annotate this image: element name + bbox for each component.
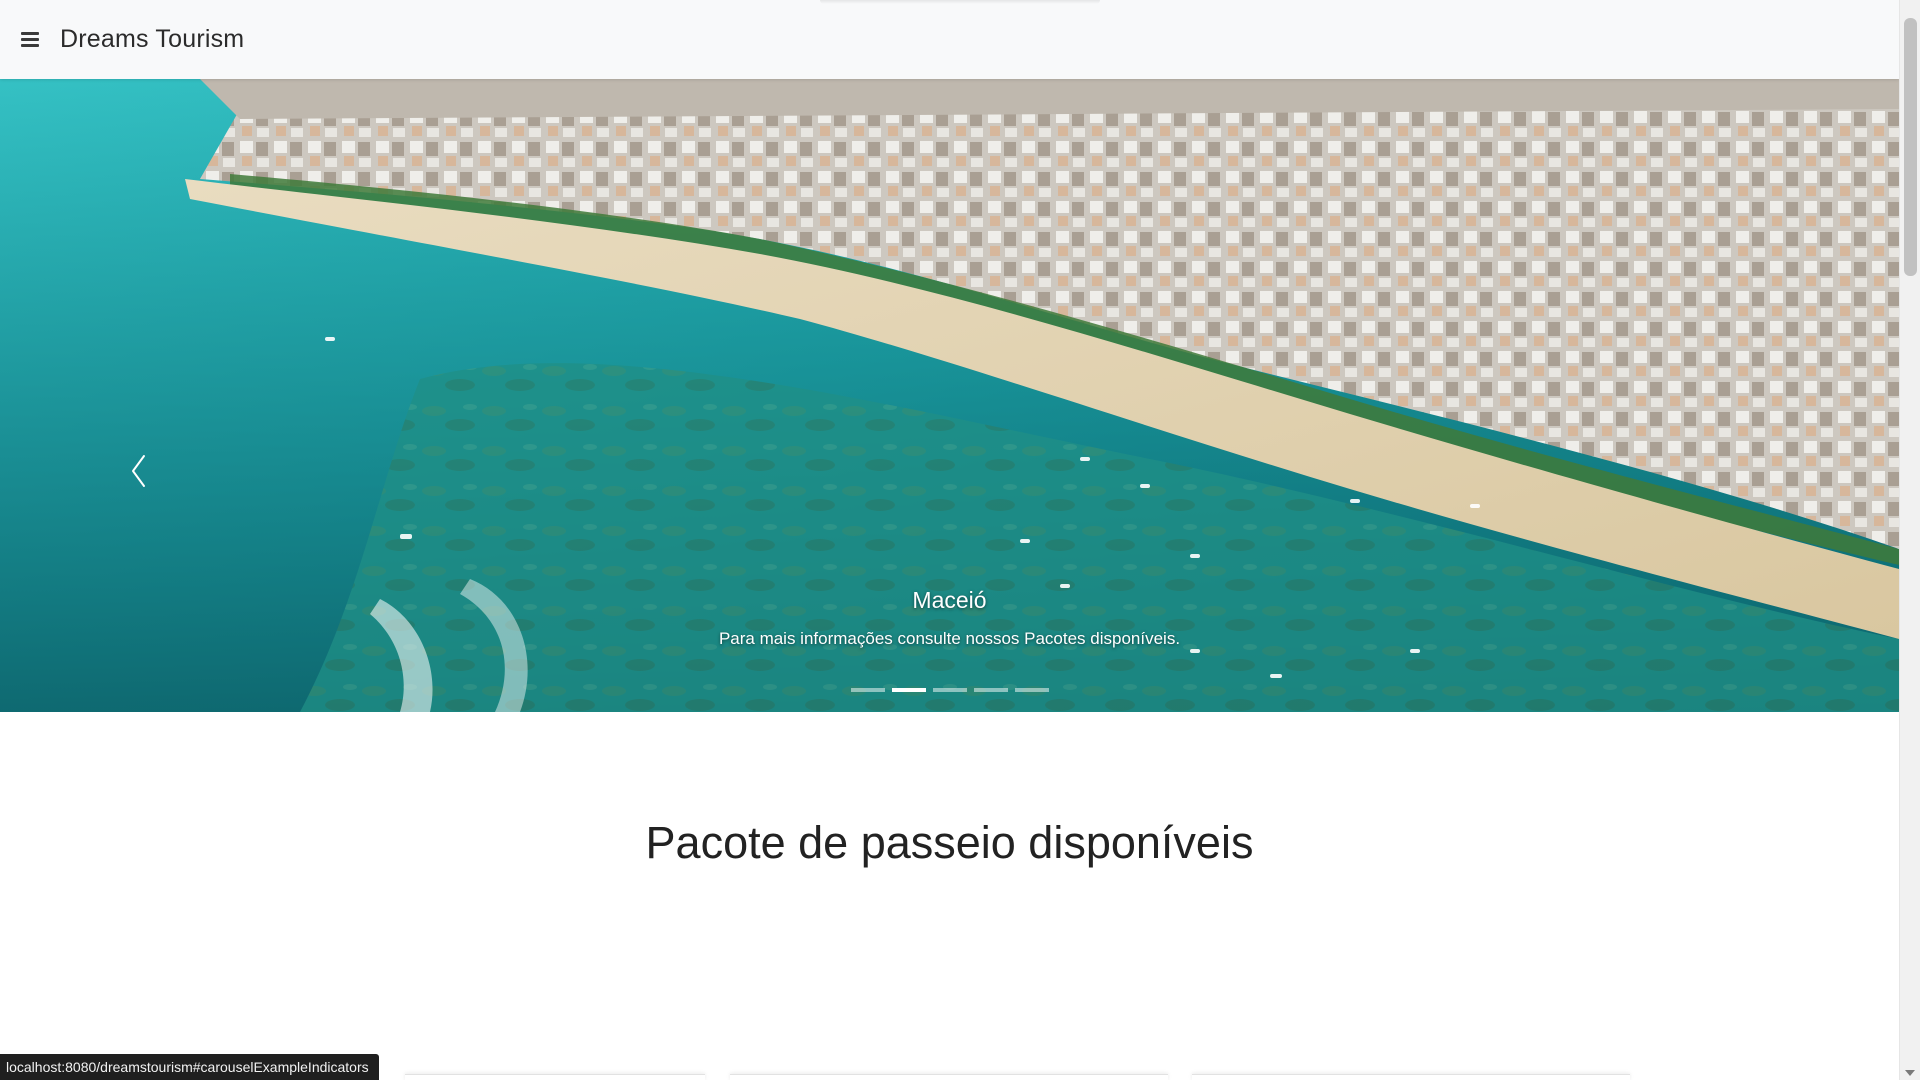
status-bar-url: localhost:8080/dreamstourism#carouselExa… bbox=[0, 1054, 379, 1080]
carousel-indicators bbox=[0, 688, 1899, 692]
scrollbar-thumb[interactable] bbox=[1904, 18, 1917, 276]
package-card[interactable] bbox=[405, 1074, 705, 1080]
carousel-indicator[interactable] bbox=[1014, 688, 1049, 692]
hamburger-menu-icon[interactable] bbox=[18, 28, 44, 50]
carousel-indicator[interactable] bbox=[850, 688, 885, 692]
carousel-caption: Maceió Para mais informações consulte no… bbox=[0, 584, 1899, 652]
hero-carousel: Maceió Para mais informações consulte no… bbox=[0, 79, 1899, 712]
package-card[interactable] bbox=[730, 1074, 1168, 1080]
carousel-caption-text: Para mais informações consulte nossos Pa… bbox=[718, 629, 1181, 648]
navbar: Dreams Tourism bbox=[0, 0, 1899, 79]
page-scrollbar[interactable] bbox=[1899, 0, 1920, 1080]
carousel-indicator[interactable] bbox=[932, 688, 967, 692]
section-title: Pacote de passeio disponíveis bbox=[645, 817, 1254, 868]
navbar-brand[interactable]: Dreams Tourism bbox=[60, 22, 244, 56]
page: Dreams Tourism Maceió Para mais informaç… bbox=[0, 0, 1899, 1080]
carousel-indicator-active[interactable] bbox=[891, 688, 926, 692]
carousel-prev-button[interactable] bbox=[110, 434, 170, 514]
chevron-left-icon bbox=[132, 455, 145, 487]
carousel-caption-title: Maceió bbox=[912, 587, 987, 613]
top-tab-shadow bbox=[820, 0, 1100, 4]
scroll-down-arrow-icon[interactable] bbox=[1905, 1070, 1915, 1076]
package-card[interactable] bbox=[1192, 1074, 1630, 1080]
carousel-indicator[interactable] bbox=[973, 688, 1008, 692]
